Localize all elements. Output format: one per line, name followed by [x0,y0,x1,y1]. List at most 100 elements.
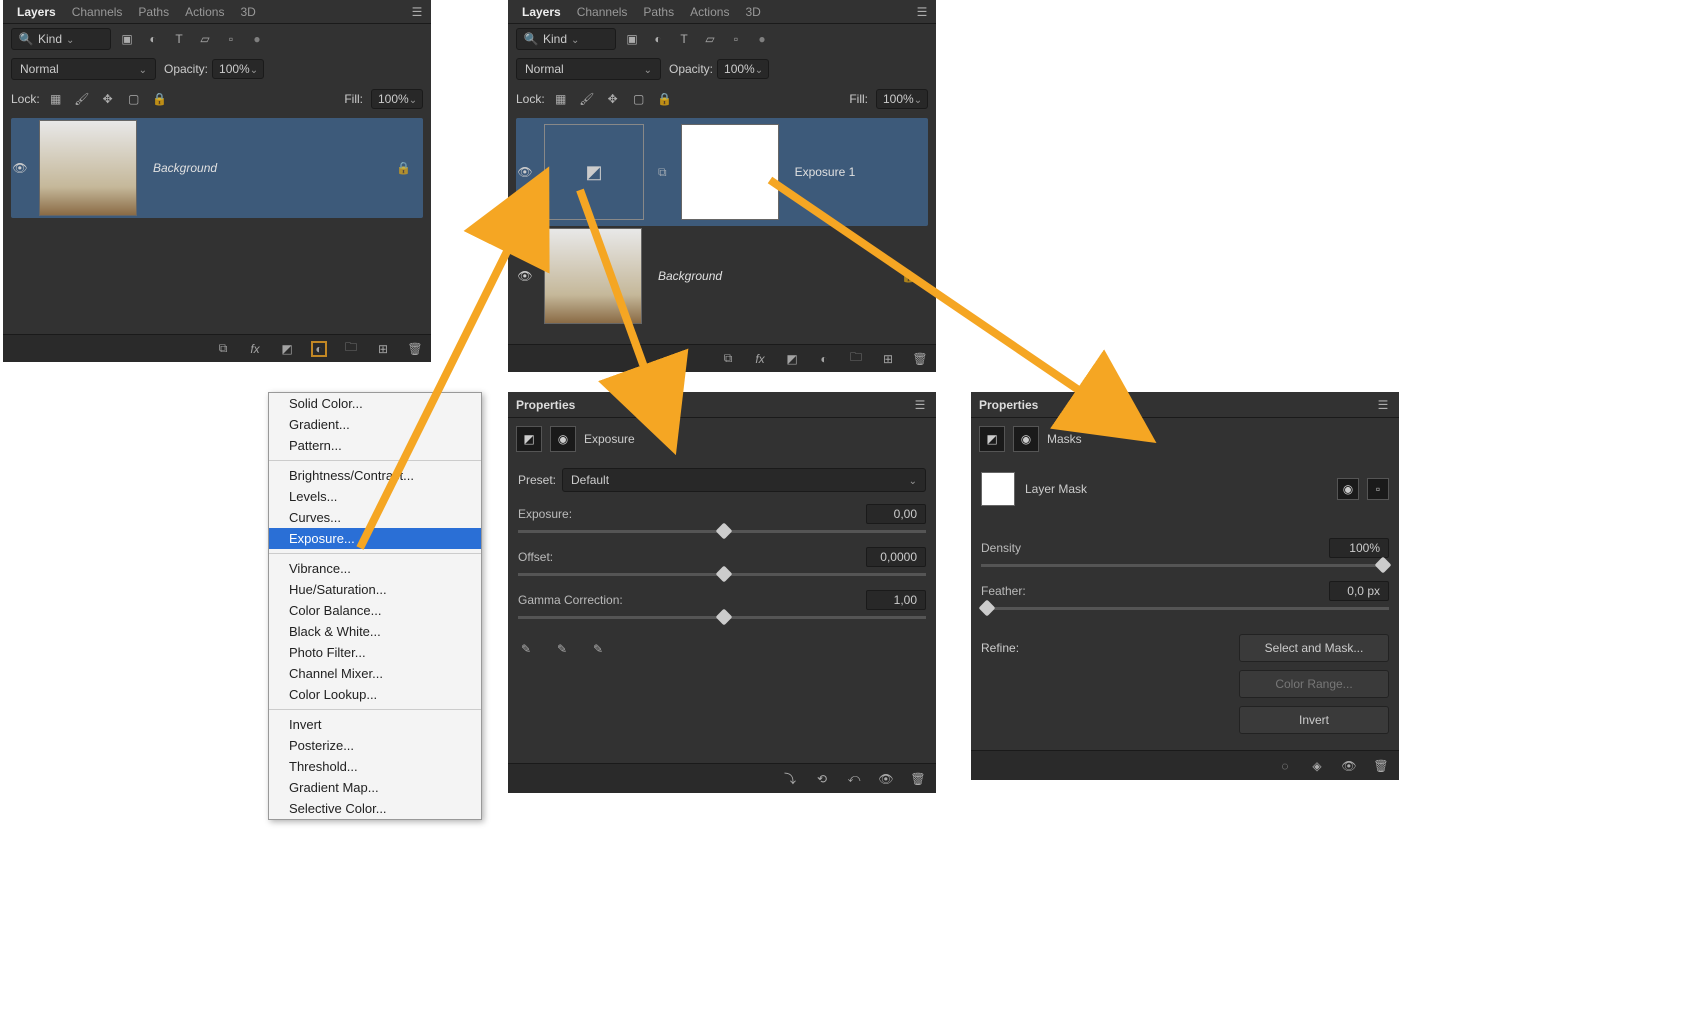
lock-paint-icon[interactable]: 🖌 [579,91,595,107]
filter-image-icon[interactable]: ▣ [119,31,135,47]
menu-black-white[interactable]: Black & White... [269,621,481,642]
lock-position-icon[interactable]: ✥ [100,91,116,107]
link-mask-icon[interactable]: ⧉ [654,165,671,180]
slider-track[interactable] [981,607,1389,610]
panel-menu-icon[interactable]: ☰ [912,397,928,413]
lock-paint-icon[interactable]: 🖌 [74,91,90,107]
layer-thumbnail[interactable] [544,228,642,324]
menu-gradient-map[interactable]: Gradient Map... [269,777,481,798]
color-range-button[interactable]: Color Range... [1239,670,1389,698]
eyedropper-black-icon[interactable]: ✎ [518,641,534,657]
filter-adjust-icon[interactable]: ◐ [145,31,161,47]
add-mask-icon[interactable]: ◩ [784,351,800,367]
menu-threshold[interactable]: Threshold... [269,756,481,777]
menu-color-balance[interactable]: Color Balance... [269,600,481,621]
lock-transparent-icon[interactable]: ▦ [48,91,64,107]
menu-photo-filter[interactable]: Photo Filter... [269,642,481,663]
slider-handle[interactable] [715,609,732,626]
add-mask-icon[interactable]: ◩ [279,341,295,357]
new-group-icon[interactable]: 🗀 [343,341,359,357]
visibility-toggle[interactable]: 👁 [516,267,534,285]
delete-layer-icon[interactable]: 🗑 [912,351,928,367]
slider-handle[interactable] [715,566,732,583]
delete-mask-icon[interactable]: 🗑 [1373,758,1389,774]
menu-exposure[interactable]: Exposure... [269,528,481,549]
menu-gradient[interactable]: Gradient... [269,414,481,435]
load-selection-icon[interactable]: ◌ [1277,758,1293,774]
layer-mask-thumbnail[interactable] [981,472,1015,506]
tab-actions[interactable]: Actions [682,1,737,23]
feather-value[interactable]: 0,0 px [1329,581,1389,601]
lock-artboard-icon[interactable]: ▢ [126,91,142,107]
lock-transparent-icon[interactable]: ▦ [553,91,569,107]
new-layer-icon[interactable]: ⊞ [880,351,896,367]
fill-input[interactable]: 100% [876,89,928,109]
layer-row-exposure[interactable]: 👁 ◩ ⧉ Exposure 1 [516,118,928,226]
filter-type-icon[interactable]: T [676,31,692,47]
disable-mask-icon[interactable]: 👁 [1341,758,1357,774]
visibility-toggle[interactable]: 👁 [516,163,534,181]
menu-levels[interactable]: Levels... [269,486,481,507]
masks-type-icon[interactable]: ◉ [1013,426,1039,452]
adjustment-thumbnail[interactable]: ◩ [544,124,644,220]
lock-all-icon[interactable]: 🔒 [152,91,168,107]
opacity-input[interactable]: 100% [717,59,769,79]
exposure-type-icon[interactable]: ◩ [516,426,542,452]
previous-state-icon[interactable]: ⟲ [814,771,830,787]
fx-icon[interactable]: fx [752,351,768,367]
visibility-toggle[interactable]: 👁 [11,159,29,177]
toggle-visibility-icon[interactable]: 👁 [878,771,894,787]
menu-hue-saturation[interactable]: Hue/Saturation... [269,579,481,600]
layer-thumbnail[interactable] [39,120,137,216]
filter-smart-icon[interactable]: ▫ [728,31,744,47]
slider-track[interactable] [518,616,926,619]
vector-mask-icon[interactable]: ▫ [1367,478,1389,500]
slider-track[interactable] [981,564,1389,567]
tab-channels[interactable]: Channels [569,1,636,23]
tab-3d[interactable]: 3D [737,1,768,23]
mask-thumbnail[interactable] [681,124,779,220]
pixel-mask-icon[interactable]: ◉ [1337,478,1359,500]
layer-name[interactable]: Background [652,269,891,283]
filter-adjust-icon[interactable]: ◐ [650,31,666,47]
exposure-type-icon[interactable]: ◩ [979,426,1005,452]
lock-position-icon[interactable]: ✥ [605,91,621,107]
link-layers-icon[interactable]: ⧉ [720,351,736,367]
new-group-icon[interactable]: 🗀 [848,351,864,367]
filter-type-icon[interactable]: T [171,31,187,47]
kind-filter[interactable]: 🔍 Kind [516,28,616,50]
offset-value[interactable]: 0,0000 [866,547,926,567]
menu-vibrance[interactable]: Vibrance... [269,558,481,579]
filter-toggle-icon[interactable]: ● [249,31,265,47]
exposure-value[interactable]: 0,00 [866,504,926,524]
menu-selective-color[interactable]: Selective Color... [269,798,481,819]
blend-mode-select[interactable]: Normal [11,58,156,80]
delete-adjustment-icon[interactable]: 🗑 [910,771,926,787]
lock-all-icon[interactable]: 🔒 [657,91,673,107]
menu-channel-mixer[interactable]: Channel Mixer... [269,663,481,684]
eyedropper-gray-icon[interactable]: ✎ [554,641,570,657]
tab-paths[interactable]: Paths [635,1,682,23]
layer-name[interactable]: Background [147,161,386,175]
tab-layers[interactable]: Layers [9,1,64,23]
adjustment-layer-menu[interactable]: Solid Color... Gradient... Pattern... Br… [268,392,482,820]
layer-row-background[interactable]: 👁 Background 🔒 [516,226,928,326]
panel-menu-icon[interactable]: ☰ [409,4,425,20]
new-adjustment-layer-icon[interactable]: ◐ [816,351,832,367]
lock-artboard-icon[interactable]: ▢ [631,91,647,107]
invert-button[interactable]: Invert [1239,706,1389,734]
apply-mask-icon[interactable]: ◈ [1309,758,1325,774]
slider-handle[interactable] [1374,557,1391,574]
gamma-value[interactable]: 1,00 [866,590,926,610]
delete-layer-icon[interactable]: 🗑 [407,341,423,357]
new-layer-icon[interactable]: ⊞ [375,341,391,357]
panel-menu-icon[interactable]: ☰ [914,4,930,20]
menu-curves[interactable]: Curves... [269,507,481,528]
menu-invert[interactable]: Invert [269,714,481,735]
kind-filter[interactable]: 🔍 Kind [11,28,111,50]
tab-paths[interactable]: Paths [130,1,177,23]
menu-brightness-contrast[interactable]: Brightness/Contrast... [269,465,481,486]
layer-name[interactable]: Exposure 1 [789,165,928,179]
fx-icon[interactable]: fx [247,341,263,357]
menu-pattern[interactable]: Pattern... [269,435,481,456]
